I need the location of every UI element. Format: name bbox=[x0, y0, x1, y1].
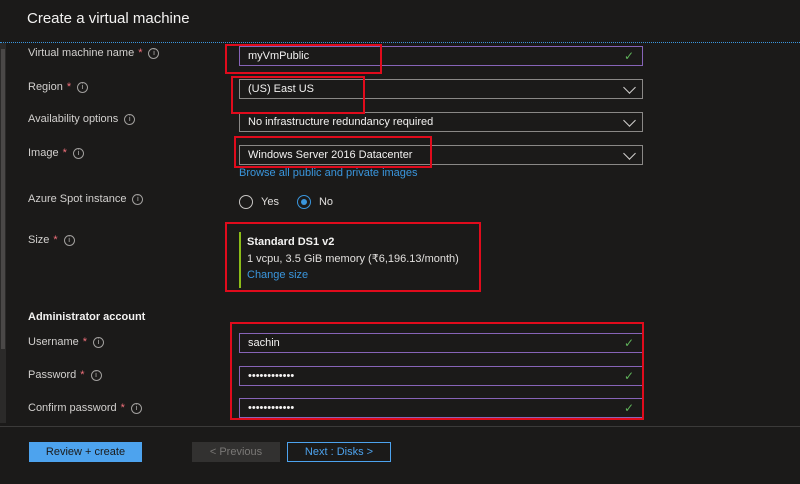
required-marker: * bbox=[62, 147, 67, 159]
admin-section-heading: Administrator account bbox=[28, 311, 146, 323]
info-icon[interactable]: i bbox=[72, 147, 84, 159]
availability-value: No infrastructure redundancy required bbox=[248, 116, 434, 128]
spot-label: Azure Spot instance i bbox=[28, 193, 144, 205]
info-icon[interactable]: i bbox=[93, 336, 105, 348]
region-label-text: Region bbox=[28, 81, 63, 93]
username-value: sachin bbox=[248, 337, 280, 349]
info-icon[interactable]: i bbox=[90, 369, 102, 381]
username-label-text: Username bbox=[28, 336, 79, 348]
required-marker: * bbox=[80, 369, 85, 381]
region-select[interactable]: (US) East US bbox=[239, 79, 643, 99]
info-icon[interactable]: i bbox=[77, 81, 89, 93]
vm-name-value: myVmPublic bbox=[248, 50, 310, 62]
chevron-down-icon bbox=[623, 80, 636, 94]
next-disks-button[interactable]: Next : Disks > bbox=[287, 442, 391, 462]
size-card: Standard DS1 v2 1 vcpu, 3.5 GiB memory (… bbox=[239, 232, 469, 288]
vm-name-label-text: Virtual machine name bbox=[28, 47, 135, 59]
title-divider bbox=[0, 42, 800, 43]
chevron-down-icon bbox=[623, 146, 636, 160]
size-label: Size * i bbox=[28, 234, 75, 246]
image-select[interactable]: Windows Server 2016 Datacenter bbox=[239, 145, 643, 165]
size-name: Standard DS1 v2 bbox=[247, 236, 335, 248]
password-value: •••••••••••• bbox=[248, 370, 295, 382]
availability-select[interactable]: No infrastructure redundancy required bbox=[239, 112, 643, 132]
info-icon[interactable]: i bbox=[130, 402, 142, 414]
info-icon[interactable]: i bbox=[148, 47, 160, 59]
image-label: Image * i bbox=[28, 147, 84, 159]
chevron-down-icon bbox=[623, 113, 636, 127]
size-spec: 1 vcpu, 3.5 GiB memory (₹6,196.13/month) bbox=[247, 253, 459, 265]
previous-button: < Previous bbox=[192, 442, 280, 462]
page-title: Create a virtual machine bbox=[27, 10, 190, 27]
required-marker: * bbox=[120, 402, 125, 414]
spot-label-text: Azure Spot instance bbox=[28, 193, 127, 205]
review-create-button[interactable]: Review + create bbox=[29, 442, 142, 462]
spot-yes-label[interactable]: Yes bbox=[261, 196, 279, 208]
password-label-text: Password bbox=[28, 369, 77, 381]
spot-no-label[interactable]: No bbox=[319, 196, 333, 208]
checkmark-icon: ✓ bbox=[623, 369, 634, 383]
confirm-password-value: •••••••••••• bbox=[248, 402, 295, 414]
vm-name-input[interactable]: myVmPublic ✓ bbox=[239, 46, 643, 66]
password-label: Password * i bbox=[28, 369, 102, 381]
scrollbar[interactable] bbox=[0, 43, 6, 423]
spot-yes-radio[interactable] bbox=[239, 195, 253, 209]
info-icon[interactable]: i bbox=[63, 234, 75, 246]
image-label-text: Image bbox=[28, 147, 59, 159]
checkmark-icon: ✓ bbox=[623, 401, 634, 415]
checkmark-icon: ✓ bbox=[623, 336, 634, 350]
username-input[interactable]: sachin ✓ bbox=[239, 333, 643, 353]
size-label-text: Size bbox=[28, 234, 50, 246]
confirm-password-input[interactable]: •••••••••••• ✓ bbox=[239, 398, 643, 418]
required-marker: * bbox=[66, 81, 72, 93]
info-icon[interactable]: i bbox=[124, 113, 136, 125]
region-label: Region * i bbox=[28, 81, 89, 93]
spot-radio-group: Yes No bbox=[239, 195, 343, 209]
footer-divider bbox=[0, 426, 800, 427]
image-value: Windows Server 2016 Datacenter bbox=[248, 149, 413, 161]
spot-no-radio[interactable] bbox=[296, 195, 311, 209]
username-label: Username * i bbox=[28, 336, 105, 348]
password-input[interactable]: •••••••••••• ✓ bbox=[239, 366, 643, 386]
browse-images-link[interactable]: Browse all public and private images bbox=[239, 167, 418, 179]
confirm-password-label-text: Confirm password bbox=[28, 402, 117, 414]
checkmark-icon: ✓ bbox=[623, 49, 634, 63]
change-size-link[interactable]: Change size bbox=[247, 269, 469, 281]
scrollbar-thumb[interactable] bbox=[1, 49, 5, 349]
required-marker: * bbox=[82, 336, 88, 348]
availability-label-text: Availability options bbox=[28, 113, 119, 125]
region-value: (US) East US bbox=[248, 83, 315, 95]
info-icon[interactable]: i bbox=[132, 193, 144, 205]
vm-name-label: Virtual machine name * i bbox=[28, 47, 160, 59]
availability-label: Availability options i bbox=[28, 113, 136, 125]
confirm-password-label: Confirm password * i bbox=[28, 402, 142, 414]
required-marker: * bbox=[138, 47, 143, 59]
required-marker: * bbox=[53, 234, 58, 246]
